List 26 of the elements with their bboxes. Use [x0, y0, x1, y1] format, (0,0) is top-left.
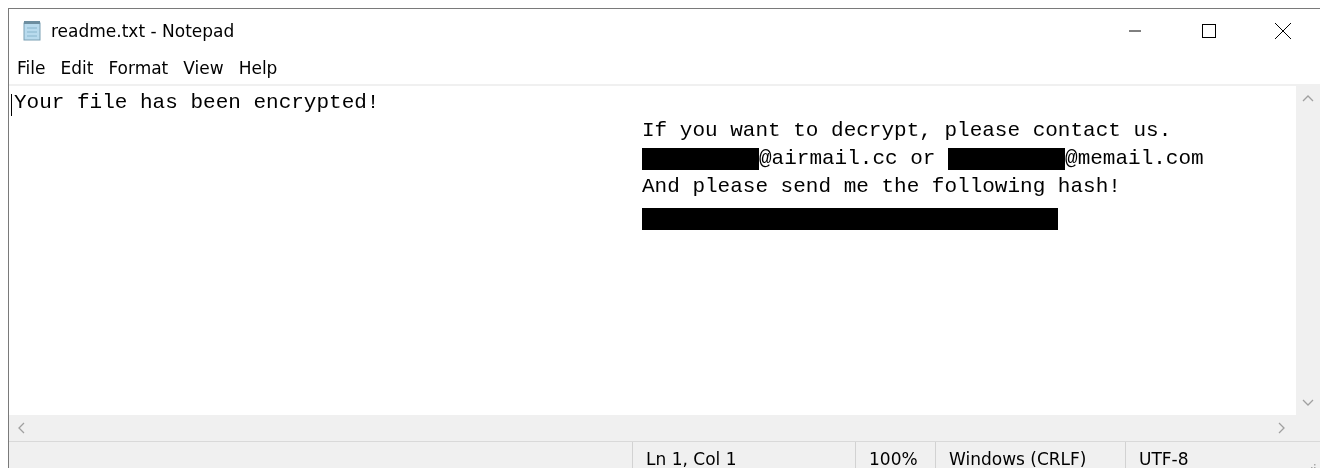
menu-item[interactable]: View — [183, 58, 224, 78]
menu-item[interactable]: Help — [238, 58, 278, 78]
text-line: @memail.com — [1065, 146, 1204, 172]
text-editor[interactable]: Your file has been encrypted! If you want to decrypt, please contact us. @airmail.cc or @memail.com And please send me the following hash! — [9, 86, 1296, 415]
scroll-up-icon[interactable] — [1302, 94, 1314, 102]
text-line: Your file has been encrypted! — [14, 90, 380, 116]
vertical-scrollbar[interactable] — [1296, 86, 1320, 415]
scroll-left-icon[interactable] — [17, 422, 25, 434]
horizontal-scrollbar[interactable] — [9, 415, 1296, 441]
close-icon — [1275, 22, 1291, 39]
menu-item[interactable]: Edit — [60, 58, 94, 78]
status-field: 100% — [855, 442, 935, 468]
text-line: @airmail.cc or — [759, 146, 937, 172]
scroll-right-icon[interactable] — [1278, 422, 1286, 434]
text-line: And please send me the following hash! — [642, 174, 1121, 200]
scroll-down-icon[interactable] — [1302, 399, 1314, 407]
text-line: If you want to decrypt, please contact us. — [642, 118, 1172, 144]
menu-item[interactable]: Format — [108, 58, 169, 78]
status-field: Windows (CRLF) — [935, 442, 1125, 468]
status-field: UTF-8 — [1125, 442, 1285, 468]
text-cursor — [11, 94, 12, 116]
maximize-icon — [1202, 23, 1216, 38]
window-title: readme.txt - Notepad — [51, 20, 235, 41]
menu-item[interactable]: File — [17, 58, 46, 78]
status-field: Ln 1, Col 1 — [632, 442, 855, 468]
notepad-icon — [21, 19, 43, 42]
